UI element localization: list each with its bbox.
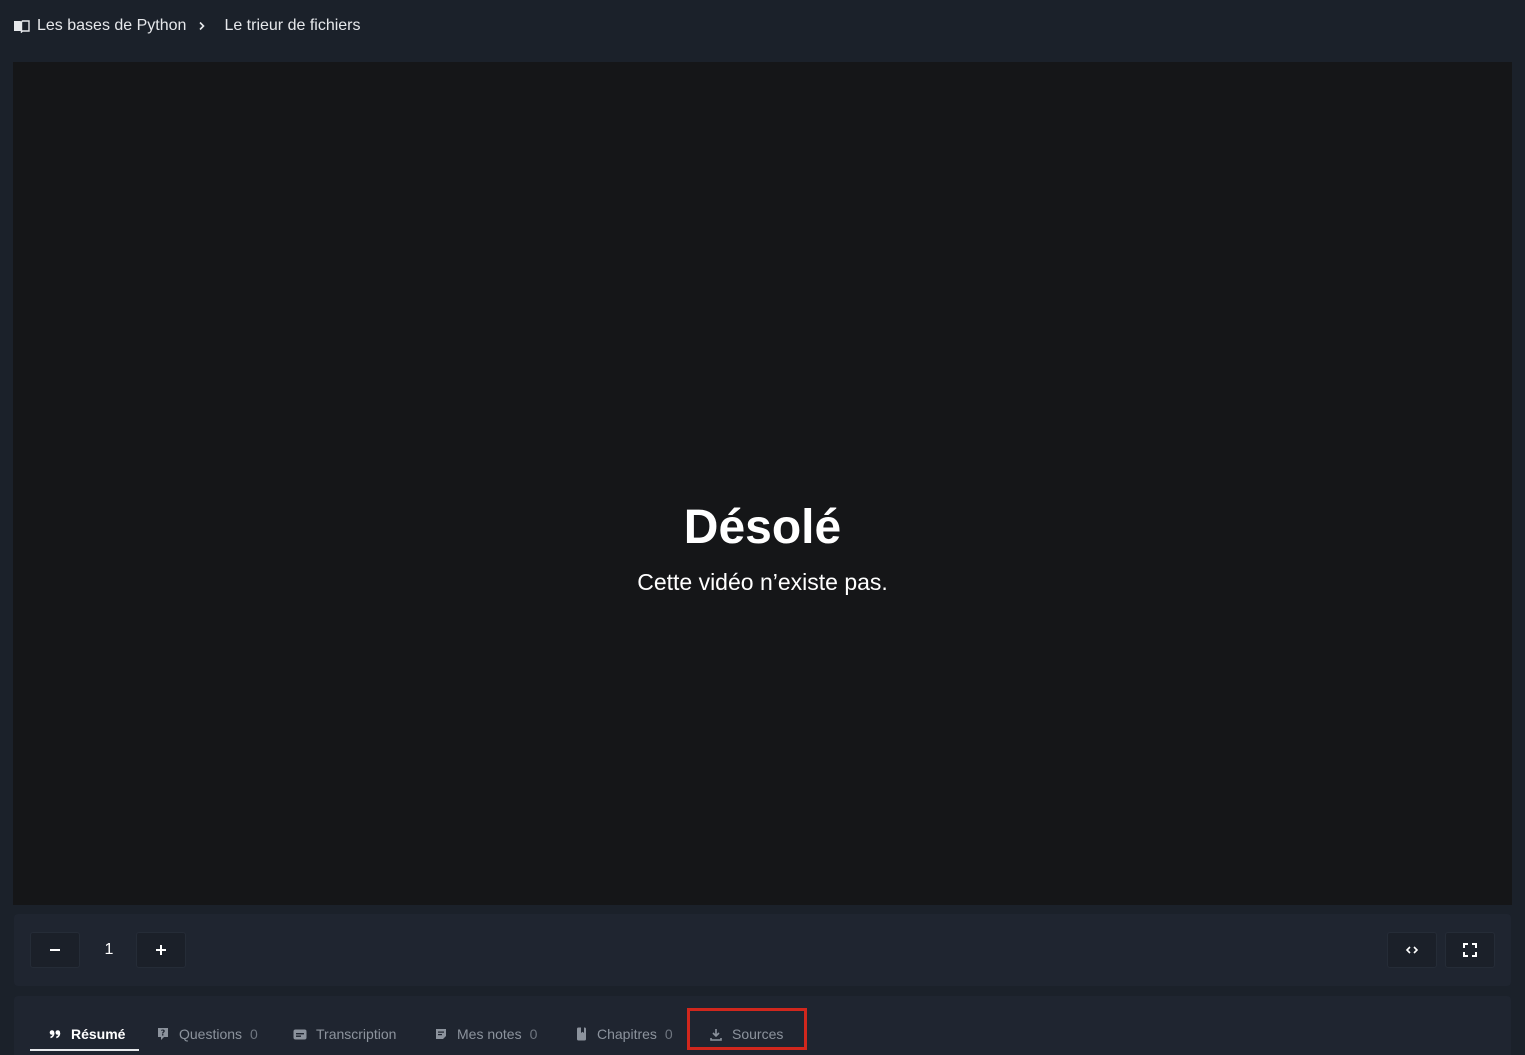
breadcrumb-course-link[interactable]: Les bases de Python bbox=[37, 17, 186, 35]
fullscreen-icon bbox=[1463, 943, 1477, 957]
tab-questions[interactable]: ? Questions 0 bbox=[156, 1020, 258, 1048]
plus-icon bbox=[156, 945, 166, 955]
chevron-right-icon bbox=[198, 21, 206, 31]
tab-transcription[interactable]: Transcription bbox=[293, 1020, 396, 1048]
sources-tab-highlight bbox=[687, 1008, 807, 1050]
active-tab-indicator bbox=[30, 1049, 139, 1051]
lesson-tabs: Résumé ? Questions 0 Transcription Mes n… bbox=[14, 996, 1511, 1055]
video-error-title: Désolé bbox=[683, 501, 842, 554]
code-icon bbox=[1405, 946, 1419, 954]
lesson-page: Les bases de Python Le trieur de fichier… bbox=[0, 0, 1525, 1055]
minus-icon bbox=[50, 949, 60, 951]
embed-code-button[interactable] bbox=[1387, 932, 1437, 968]
tab-count: 0 bbox=[529, 1026, 538, 1042]
tab-resume[interactable]: Résumé bbox=[48, 1020, 125, 1048]
tab-label: Mes notes bbox=[457, 1026, 522, 1042]
decrease-speed-button[interactable] bbox=[30, 932, 80, 968]
video-player[interactable]: Désolé Cette vidéo n’existe pas. bbox=[13, 62, 1512, 905]
tab-label: Résumé bbox=[71, 1026, 126, 1042]
speed-value: 1 bbox=[104, 941, 114, 958]
tab-chapitres[interactable]: Chapitres 0 bbox=[574, 1020, 673, 1048]
tab-mes-notes[interactable]: Mes notes 0 bbox=[434, 1020, 537, 1048]
increase-speed-button[interactable] bbox=[136, 932, 186, 968]
tab-label: Questions bbox=[179, 1026, 243, 1042]
tab-label: Transcription bbox=[316, 1026, 397, 1042]
book-icon bbox=[12, 18, 30, 34]
tab-count: 0 bbox=[250, 1026, 258, 1042]
tab-count: 0 bbox=[664, 1026, 673, 1042]
video-error-text: Cette vidéo n’existe pas. bbox=[637, 569, 888, 595]
subtitles-icon bbox=[293, 1027, 307, 1041]
note-icon bbox=[434, 1027, 448, 1041]
tab-label: Chapitres bbox=[597, 1026, 657, 1042]
breadcrumb: Les bases de Python Le trieur de fichier… bbox=[12, 14, 361, 38]
fullscreen-button[interactable] bbox=[1445, 932, 1495, 968]
breadcrumb-current-lesson: Le trieur de fichiers bbox=[224, 17, 361, 34]
question-icon: ? bbox=[156, 1027, 170, 1041]
quote-icon bbox=[48, 1027, 62, 1041]
player-controls: 1 bbox=[14, 914, 1511, 986]
svg-text:?: ? bbox=[161, 1029, 166, 1038]
bookmark-icon bbox=[574, 1027, 588, 1041]
